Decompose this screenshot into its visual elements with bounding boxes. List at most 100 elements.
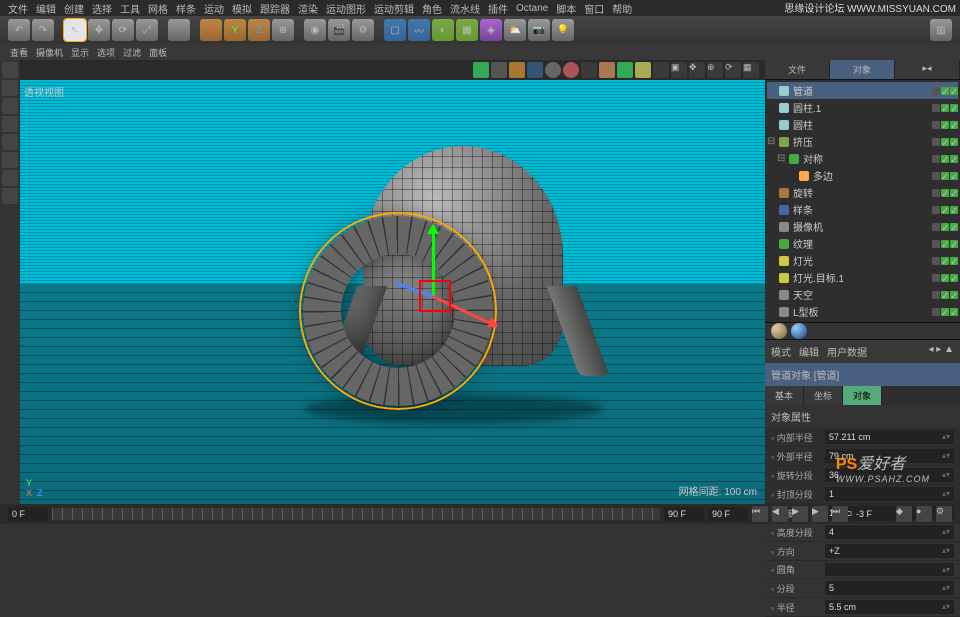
tree-row[interactable]: 圆柱.1✓✓: [767, 99, 958, 116]
tab-file[interactable]: 文件: [765, 60, 830, 79]
vp-icon[interactable]: [545, 62, 561, 78]
menu-item[interactable]: Octane: [516, 3, 548, 14]
menu-item[interactable]: 跟踪器: [260, 1, 290, 16]
nurbs-generator[interactable]: ◐: [432, 19, 454, 41]
undo-button[interactable]: ↶: [8, 19, 30, 41]
vp-rotate[interactable]: ⟳: [725, 62, 741, 78]
tree-row[interactable]: 圆柱✓✓: [767, 116, 958, 133]
select-tool[interactable]: ↖: [64, 19, 86, 41]
coord-system[interactable]: ⊕: [272, 19, 294, 41]
menu-item[interactable]: 渲染: [298, 1, 318, 16]
tl-prev[interactable]: ◀: [772, 506, 788, 522]
menu-item[interactable]: 创建: [64, 1, 84, 16]
lt-point[interactable]: [2, 98, 18, 114]
vp-maximize[interactable]: ▣: [671, 62, 687, 78]
attr-tab-object[interactable]: 对象: [843, 386, 882, 405]
menu-item[interactable]: 模拟: [232, 1, 252, 16]
attr-user[interactable]: 用户数据: [827, 344, 867, 359]
viewport-canvas[interactable]: 透视视图 YX Z 网格间距: 100 cm: [20, 80, 765, 504]
tl-play[interactable]: ▶: [792, 506, 808, 522]
vp-layout[interactable]: ▦: [743, 62, 759, 78]
menu-item[interactable]: 样条: [176, 1, 196, 16]
vp-icon[interactable]: [581, 62, 597, 78]
menu-item[interactable]: 编辑: [36, 1, 56, 16]
layout-btn[interactable]: ▥: [930, 19, 952, 41]
z-lock[interactable]: Z: [248, 19, 270, 41]
attr-mode[interactable]: 模式: [771, 344, 791, 359]
vp-icon[interactable]: [653, 62, 669, 78]
tree-row[interactable]: 摄像机✓✓: [767, 218, 958, 235]
tl-last[interactable]: ⏭: [832, 506, 848, 522]
menu-item[interactable]: 角色: [422, 1, 442, 16]
tl-next[interactable]: ▶: [812, 506, 828, 522]
tab-objects[interactable]: 对象: [830, 60, 895, 79]
attr-tab-basic[interactable]: 基本: [765, 386, 804, 405]
tl-back[interactable]: -3 F: [852, 507, 892, 521]
menu-item[interactable]: 运动: [204, 1, 224, 16]
lt-workplane[interactable]: [2, 188, 18, 204]
attr-field[interactable]: 5.5 cm▴▾: [825, 600, 954, 614]
tree-row[interactable]: 天空✓✓: [767, 286, 958, 303]
vp-icon[interactable]: [473, 62, 489, 78]
vm-filter[interactable]: 过滤: [123, 46, 141, 59]
vp-icon[interactable]: [491, 62, 507, 78]
array-generator[interactable]: ▦: [456, 19, 478, 41]
attr-field[interactable]: 4▴▾: [825, 525, 954, 539]
tree-row[interactable]: 灯光✓✓: [767, 252, 958, 269]
tree-row[interactable]: 纹理✓✓: [767, 235, 958, 252]
x-lock[interactable]: X: [200, 19, 222, 41]
tree-row[interactable]: 样条✓✓: [767, 201, 958, 218]
lt-model[interactable]: [2, 62, 18, 78]
menu-item[interactable]: 脚本: [556, 1, 576, 16]
lt-poly[interactable]: [2, 134, 18, 150]
environment[interactable]: ⛅: [504, 19, 526, 41]
tree-row[interactable]: 管道✓✓: [767, 82, 958, 99]
vp-zoom[interactable]: ⊕: [707, 62, 723, 78]
attr-field[interactable]: 57.211 cm▴▾: [825, 430, 954, 444]
attr-field[interactable]: 5▴▾: [825, 581, 954, 595]
menu-item[interactable]: 窗口: [584, 1, 604, 16]
light-obj[interactable]: 💡: [552, 19, 574, 41]
timeline-slider[interactable]: [52, 508, 660, 520]
tree-row[interactable]: ⊟对称✓✓: [767, 150, 958, 167]
menu-item[interactable]: 网格: [148, 1, 168, 16]
material-ball[interactable]: [771, 323, 787, 339]
attr-field[interactable]: +Z▴▾: [825, 544, 954, 558]
vm-panel[interactable]: 面板: [149, 46, 167, 59]
render-settings[interactable]: ⚙: [352, 19, 374, 41]
vp-move[interactable]: ✥: [689, 62, 705, 78]
deformer[interactable]: ◈: [480, 19, 502, 41]
vp-icon[interactable]: [509, 62, 525, 78]
rotate-tool[interactable]: ⟳: [112, 19, 134, 41]
tl-first[interactable]: ⏮: [752, 506, 768, 522]
attr-edit[interactable]: 编辑: [799, 344, 819, 359]
vm-camera[interactable]: 摄像机: [36, 46, 63, 59]
tree-row[interactable]: 灯光.目标.1✓✓: [767, 269, 958, 286]
menu-item[interactable]: 帮助: [612, 1, 632, 16]
menu-item[interactable]: 插件: [488, 1, 508, 16]
tree-row[interactable]: ⊟挤压✓✓: [767, 133, 958, 150]
menu-item[interactable]: 工具: [120, 1, 140, 16]
vp-icon[interactable]: [599, 62, 615, 78]
menu-item[interactable]: 运动图形: [326, 1, 366, 16]
vp-icon[interactable]: [617, 62, 633, 78]
redo-button[interactable]: ↷: [32, 19, 54, 41]
object-tree[interactable]: 管道✓✓圆柱.1✓✓圆柱✓✓⊟挤压✓✓⊟对称✓✓多边✓✓旋转✓✓样条✓✓摄像机✓…: [765, 80, 960, 322]
lt-edge[interactable]: [2, 116, 18, 132]
menu-item[interactable]: 运动剪辑: [374, 1, 414, 16]
spline-primitive[interactable]: 〰: [408, 19, 430, 41]
vp-icon[interactable]: [635, 62, 651, 78]
lt-enable[interactable]: [2, 152, 18, 168]
vm-options[interactable]: 选项: [97, 46, 115, 59]
tl-key[interactable]: ◆: [896, 506, 912, 522]
tl-end2[interactable]: 90 F: [708, 507, 748, 521]
tl-start[interactable]: 0 F: [8, 507, 48, 521]
tree-row[interactable]: L型板✓✓: [767, 303, 958, 320]
cube-primitive[interactable]: ▢: [384, 19, 406, 41]
render-pv[interactable]: 🎬: [328, 19, 350, 41]
lt-snap[interactable]: [2, 170, 18, 186]
menu-item[interactable]: 流水线: [450, 1, 480, 16]
tl-end[interactable]: 90 F: [664, 507, 704, 521]
attr-tab-coord[interactable]: 坐标: [804, 386, 843, 405]
render-view[interactable]: ◉: [304, 19, 326, 41]
